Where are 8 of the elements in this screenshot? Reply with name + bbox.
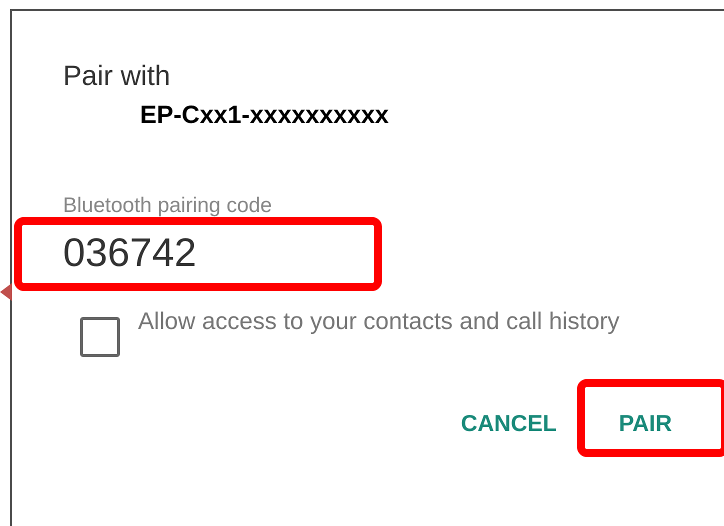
checkbox[interactable] (80, 317, 120, 357)
pairing-code-field[interactable]: 036742 (63, 230, 363, 276)
dialog-button[interactable]: CANCEL (448, 402, 569, 445)
dialog-title: Pair with (63, 59, 172, 93)
field-label: Bluetooth pairing code (63, 193, 273, 219)
device-name: EP-Cxx1-xxxxxxxxxx (140, 100, 390, 131)
dialog-button[interactable]: PAIR (606, 402, 684, 445)
checkbox-label: Allow access to your contacts and call history (138, 307, 621, 337)
